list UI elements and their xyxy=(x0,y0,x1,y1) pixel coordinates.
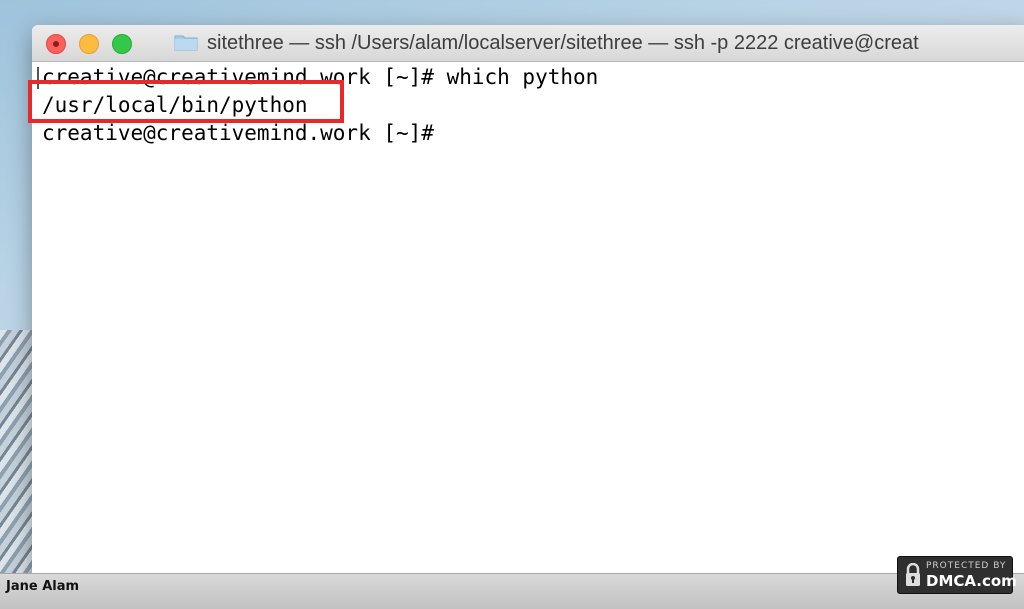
window-title: sitethree — ssh /Users/alam/localserver/… xyxy=(207,32,919,54)
zoom-button[interactable] xyxy=(112,34,132,54)
author-label: Jane Alam xyxy=(6,579,80,594)
terminal-output[interactable]: creative@creativemind.work [~]# which py… xyxy=(32,62,1024,585)
lock-icon xyxy=(906,563,920,586)
terminal-line-prompt: creative@creativemind.work [~]# xyxy=(42,121,434,145)
dmca-badge[interactable]: PROTECTED BY DMCA.com xyxy=(897,556,1017,594)
dmca-badge-caption: PROTECTED BY xyxy=(926,561,1007,571)
bottom-bar: Jane Alam xyxy=(0,573,1024,609)
highlight-box xyxy=(28,80,344,123)
dmca-badge-label: DMCA.com xyxy=(926,572,1017,590)
title-bar[interactable]: sitethree — ssh /Users/alam/localserver/… xyxy=(32,25,1024,62)
close-button[interactable] xyxy=(46,34,66,54)
folder-icon xyxy=(174,35,198,51)
minimize-button[interactable] xyxy=(79,34,99,54)
